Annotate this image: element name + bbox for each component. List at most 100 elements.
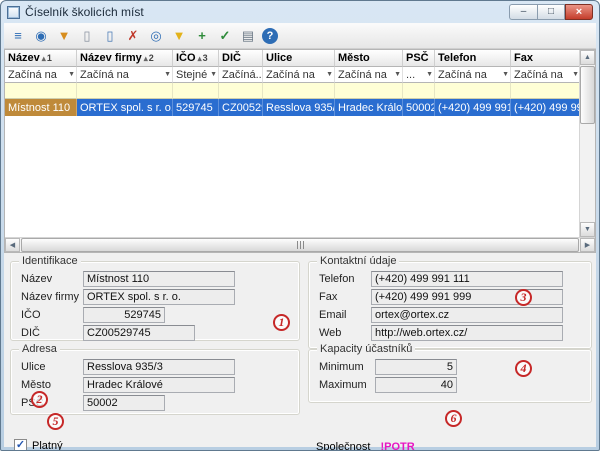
- filter-icon[interactable]: ▼: [55, 27, 73, 45]
- column-label: IČO: [176, 52, 196, 64]
- dropdown-icon[interactable]: ▼: [502, 71, 509, 78]
- web-field[interactable]: http://web.ortex.cz/: [371, 325, 563, 341]
- maximum-field[interactable]: 40: [375, 377, 457, 393]
- search-cell[interactable]: [403, 83, 435, 99]
- cell-nazev-firmy[interactable]: ORTEX spol. s r. o.: [77, 99, 173, 116]
- email-label: Email: [319, 309, 371, 321]
- confirm-icon[interactable]: ✓: [216, 27, 234, 45]
- minimize-button[interactable]: –: [509, 4, 537, 20]
- search-entry-row[interactable]: [5, 83, 581, 99]
- funnel-icon[interactable]: ▼: [170, 27, 188, 45]
- scroll-left-icon[interactable]: ◀: [5, 238, 20, 252]
- telefon-field[interactable]: (+420) 499 991 111: [371, 271, 563, 287]
- dropdown-icon[interactable]: ▼: [572, 71, 579, 78]
- cell-telefon[interactable]: (+420) 499 991 111: [435, 99, 511, 116]
- filter-fax[interactable]: Začíná na▼: [511, 67, 581, 83]
- ico-label: IČO: [21, 309, 83, 321]
- scroll-up-icon[interactable]: ▲: [580, 50, 595, 65]
- dropdown-icon[interactable]: ▼: [426, 71, 433, 78]
- column-header-nazev-firmy[interactable]: Název firmy2: [77, 50, 173, 67]
- vertical-scrollbar[interactable]: ▲ ▼: [579, 50, 595, 237]
- column-label: Název firmy: [80, 52, 142, 64]
- filter-telefon[interactable]: Začíná na▼: [435, 67, 511, 83]
- menu-icon[interactable]: ≡: [9, 27, 27, 45]
- column-header-telefon[interactable]: Telefon: [435, 50, 511, 67]
- insert-record-icon[interactable]: +: [193, 27, 211, 45]
- telefon-label: Telefon: [319, 273, 371, 285]
- dic-field[interactable]: CZ00529745: [83, 325, 195, 341]
- groupbox-adresa: Adresa UliceResslova 935/3 MěstoHradec K…: [10, 349, 300, 415]
- filter-ulice[interactable]: Začíná na▼: [263, 67, 335, 83]
- delete-document-icon[interactable]: ✗: [124, 27, 142, 45]
- ulice-field[interactable]: Resslova 935/3: [83, 359, 235, 375]
- email-field[interactable]: ortex@ortex.cz: [371, 307, 563, 323]
- psc-field[interactable]: 50002: [83, 395, 165, 411]
- search-cell[interactable]: [219, 83, 263, 99]
- horizontal-scrollbar[interactable]: ◀ ▶: [5, 237, 595, 252]
- new-document-icon[interactable]: ▯: [78, 27, 96, 45]
- column-header-ulice[interactable]: Ulice: [263, 50, 335, 67]
- cell-fax[interactable]: (+420) 499 991 999: [511, 99, 581, 116]
- cell-dic[interactable]: CZ00529745: [219, 99, 263, 116]
- filter-label: Začíná...: [222, 69, 263, 81]
- search-cell[interactable]: [335, 83, 403, 99]
- platny-checkbox[interactable]: ✓: [14, 439, 27, 451]
- cell-ico[interactable]: 529745: [173, 99, 219, 116]
- open-document-icon[interactable]: ▯: [101, 27, 119, 45]
- filter-ico[interactable]: Stejné▼: [173, 67, 219, 83]
- column-header-nazev[interactable]: Název1: [5, 50, 77, 67]
- search-cell[interactable]: [77, 83, 173, 99]
- nazev-firmy-field[interactable]: ORTEX spol. s r. o.: [83, 289, 235, 305]
- table-row-selected[interactable]: Místnost 110 ORTEX spol. s r. o. 529745 …: [5, 99, 581, 116]
- groupbox-kapacity-ucastniku: Kapacity účastníků Minimum5 Maximum40: [308, 349, 592, 403]
- help-icon[interactable]: ?: [262, 28, 278, 44]
- dropdown-icon[interactable]: ▼: [210, 71, 217, 78]
- filter-row: Začíná na▼ Začíná na▼ Stejné▼ Začíná...▼…: [5, 67, 581, 83]
- cell-psc[interactable]: 50002: [403, 99, 435, 116]
- cell-mesto[interactable]: Hradec Králové: [335, 99, 403, 116]
- close-button[interactable]: ×: [565, 4, 593, 20]
- groupbox-title: Kontaktní údaje: [317, 255, 399, 267]
- annotation-5: 5: [47, 413, 64, 430]
- maximize-button[interactable]: □: [537, 4, 565, 20]
- eye-icon[interactable]: ◉: [32, 27, 50, 45]
- search-cell[interactable]: [511, 83, 581, 99]
- window-titlebar: Číselník školicích míst – □ ×: [1, 1, 599, 23]
- search-cell[interactable]: [173, 83, 219, 99]
- filter-nazev-firmy[interactable]: Začíná na▼: [77, 67, 173, 83]
- column-header-fax[interactable]: Fax: [511, 50, 581, 67]
- maximum-label: Maximum: [319, 379, 375, 391]
- column-header-dic[interactable]: DIČ: [219, 50, 263, 67]
- cell-ulice[interactable]: Resslova 935/3: [263, 99, 335, 116]
- cell-nazev[interactable]: Místnost 110: [5, 99, 77, 116]
- sort-badge: 3: [198, 53, 208, 63]
- nazev-field[interactable]: Místnost 110: [83, 271, 235, 287]
- column-header-psc[interactable]: PSČ: [403, 50, 435, 67]
- filter-mesto[interactable]: Začíná na▼: [335, 67, 403, 83]
- filter-nazev[interactable]: Začíná na▼: [5, 67, 77, 83]
- horizontal-scroll-thumb[interactable]: [21, 238, 579, 252]
- ulice-label: Ulice: [21, 361, 83, 373]
- search-cell[interactable]: [263, 83, 335, 99]
- company-row: Společnost !POTR: [316, 441, 415, 451]
- scroll-right-icon[interactable]: ▶: [580, 238, 595, 252]
- print-icon[interactable]: ▤: [239, 27, 257, 45]
- dropdown-icon[interactable]: ▼: [326, 71, 333, 78]
- fax-field[interactable]: (+420) 499 991 999: [371, 289, 563, 305]
- filter-psc[interactable]: ...▼: [403, 67, 435, 83]
- dropdown-icon[interactable]: ▼: [164, 71, 171, 78]
- search-icon[interactable]: ◎: [147, 27, 165, 45]
- filter-dic[interactable]: Začíná...▼: [219, 67, 263, 83]
- dropdown-icon[interactable]: ▼: [68, 71, 75, 78]
- search-cell[interactable]: [5, 83, 77, 99]
- column-header-mesto[interactable]: Město: [335, 50, 403, 67]
- column-header-ico[interactable]: IČO3: [173, 50, 219, 67]
- scroll-down-icon[interactable]: ▼: [580, 222, 595, 237]
- column-label: Ulice: [266, 52, 292, 64]
- dropdown-icon[interactable]: ▼: [394, 71, 401, 78]
- search-cell[interactable]: [435, 83, 511, 99]
- vertical-scroll-thumb[interactable]: [580, 66, 595, 124]
- mesto-field[interactable]: Hradec Králové: [83, 377, 235, 393]
- ico-field[interactable]: 529745: [83, 307, 165, 323]
- minimum-field[interactable]: 5: [375, 359, 457, 375]
